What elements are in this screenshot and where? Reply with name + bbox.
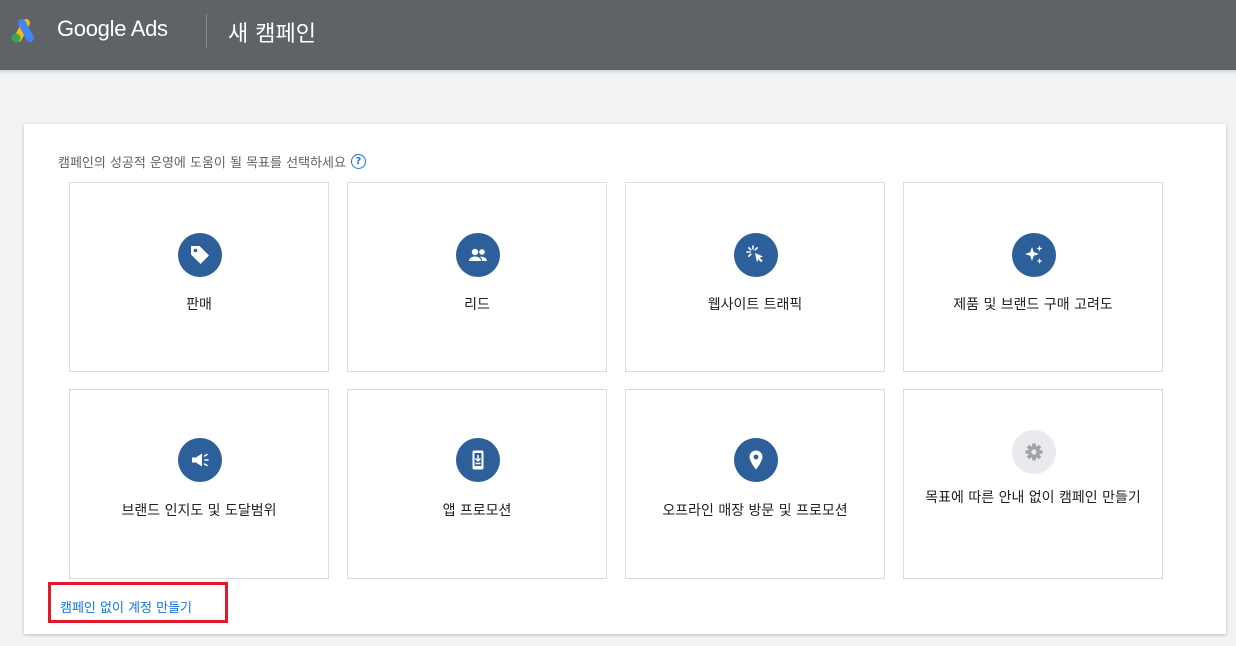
header-divider — [206, 14, 207, 48]
location-pin-icon — [734, 438, 778, 482]
people-icon — [456, 233, 500, 277]
goal-card-no-guidance[interactable]: 목표에 따른 안내 없이 캠페인 만들기 — [903, 389, 1163, 579]
goal-card-label: 목표에 따른 안내 없이 캠페인 만들기 — [925, 490, 1141, 506]
goal-card-awareness[interactable]: 브랜드 인지도 및 도달범위 — [69, 389, 329, 579]
goal-card-label: 오프라인 매장 방문 및 프로모션 — [662, 503, 848, 519]
page-title: 새 캠페인 — [228, 22, 316, 47]
goal-card-consideration[interactable]: 제품 및 브랜드 구매 고려도 — [903, 182, 1163, 372]
goal-card-sales[interactable]: 판매 — [69, 182, 329, 372]
goal-card-label: 브랜드 인지도 및 도달범위 — [121, 503, 277, 519]
tag-icon — [178, 233, 222, 277]
megaphone-icon — [178, 438, 222, 482]
goal-card-leads[interactable]: 리드 — [347, 182, 607, 372]
header-shadow — [0, 70, 1236, 74]
cursor-click-icon — [734, 233, 778, 277]
goal-card-label: 웹사이트 트래픽 — [707, 297, 803, 313]
goal-card-label: 제품 및 브랜드 구매 고려도 — [953, 297, 1113, 313]
top-app-bar: Google Ads 새 캠페인 — [0, 0, 1236, 70]
goal-prompt-text: 캠페인의 성공적 운영에 도움이 될 목표를 선택하세요 — [58, 156, 346, 171]
gear-icon — [1012, 430, 1056, 474]
phone-download-icon — [456, 438, 500, 482]
create-account-without-campaign-link[interactable]: 캠페인 없이 계정 만들기 — [60, 597, 192, 616]
goal-card-website-traffic[interactable]: 웹사이트 트래픽 — [625, 182, 885, 372]
goal-card-label: 판매 — [186, 297, 212, 313]
help-circle-icon[interactable]: ? — [350, 154, 366, 169]
goal-prompt: 캠페인의 성공적 운영에 도움이 될 목표를 선택하세요 ? — [58, 152, 366, 171]
goal-card-label: 앱 프로모션 — [442, 503, 512, 519]
brand-name: Google Ads — [57, 16, 168, 41]
sparkle-icon — [1012, 233, 1056, 277]
goal-card-label: 리드 — [464, 297, 490, 313]
goal-card-app-promotion[interactable]: 앱 프로모션 — [347, 389, 607, 579]
google-ads-logo-icon[interactable] — [8, 16, 40, 44]
goal-card-local-store[interactable]: 오프라인 매장 방문 및 프로모션 — [625, 389, 885, 579]
